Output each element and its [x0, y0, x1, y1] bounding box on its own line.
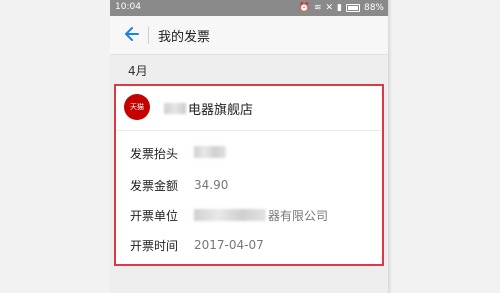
row-value [194, 145, 226, 161]
invoice-row-amount: 发票金额 34.90 [130, 177, 228, 193]
issuer-text: 器有限公司 [268, 208, 329, 223]
nav-bar: 我的发票 [110, 16, 388, 55]
right-background [388, 0, 500, 293]
battery-level: 88% [363, 3, 384, 13]
row-label: 开票单位 [130, 208, 179, 223]
row-label: 发票金额 [130, 178, 179, 193]
page-title: 我的发票 [158, 30, 211, 45]
shop-header: 天猫 电器旗舰店 [116, 86, 382, 131]
month-label: 4月 [128, 64, 148, 78]
nav-divider [148, 26, 149, 44]
back-arrow-icon[interactable] [122, 24, 142, 44]
blurred-text [194, 145, 226, 158]
wifi-icon: ≋ [313, 3, 322, 13]
invoice-row-date: 开票时间 2017-04-07 [130, 237, 264, 253]
left-background [0, 0, 110, 293]
row-label: 发票抬头 [130, 146, 179, 161]
battery-icon [345, 4, 360, 12]
shop-name: 电器旗舰店 [164, 99, 253, 118]
blurred-text [164, 103, 186, 114]
signal-icon: ▮ [337, 3, 342, 13]
status-icons: ⏰ ≋ ✕ ▮ 88% [295, 2, 384, 14]
row-value: 2017-04-07 [194, 238, 264, 252]
blurred-text [194, 209, 266, 221]
row-value: 34.90 [194, 178, 229, 192]
invoice-row-issuer: 开票单位 器有限公司 [130, 207, 328, 223]
row-label: 开票时间 [130, 238, 179, 253]
invoice-row-title: 发票抬头 [130, 145, 226, 161]
invoice-card[interactable]: 天猫 电器旗舰店 发票抬头 发票金额 34.90 开票单位 器有限公司 开票时间 [114, 84, 384, 266]
row-value: 器有限公司 [194, 207, 328, 224]
shop-logo: 天猫 [124, 94, 150, 120]
status-bar: 10:04 ⏰ ≋ ✕ ▮ 88% [110, 0, 388, 16]
status-time: 10:04 [115, 2, 141, 12]
close-icon: ✕ [325, 3, 334, 13]
alarm-icon: ⏰ [298, 3, 310, 13]
phone-screen: 10:04 ⏰ ≋ ✕ ▮ 88% 我的发票 4月 天猫 电器旗舰店 发票抬头 [110, 0, 388, 293]
shop-name-text: 电器旗舰店 [188, 103, 254, 118]
